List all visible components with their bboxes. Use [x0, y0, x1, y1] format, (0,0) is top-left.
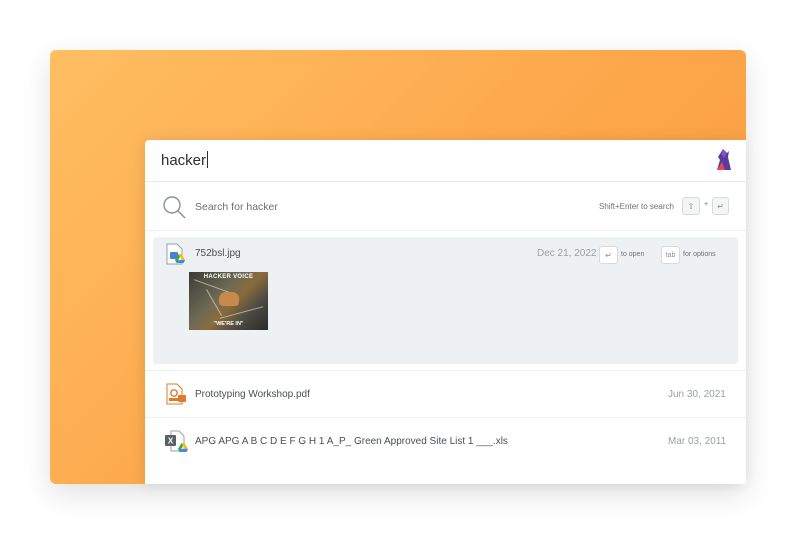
search-icon	[163, 196, 186, 219]
google-drive-icon	[178, 443, 188, 452]
options-hint: for options	[683, 251, 716, 258]
app-logo-icon[interactable]	[713, 148, 733, 172]
result-file-date: Dec 21, 2022	[537, 248, 597, 259]
result-file-name[interactable]: Prototyping Workshop.pdf	[195, 389, 310, 400]
svg-text:X: X	[168, 437, 174, 446]
result-file-name[interactable]: 752bsl.jpg	[195, 248, 241, 259]
search-panel: hacker Search for hacker Shift+Enter to …	[145, 140, 746, 484]
result-file-date: Jun 30, 2021	[668, 389, 726, 400]
google-drive-icon	[175, 254, 185, 263]
shift-key-icon: ⇧	[682, 197, 700, 215]
thumbnail-top-text: HACKER VOICE	[203, 274, 254, 280]
text-caret	[207, 151, 209, 168]
query-bar[interactable]: hacker	[145, 140, 746, 182]
image-thumbnail[interactable]: HACKER VOICE "WE'RE IN"	[189, 272, 268, 330]
tab-key: tab	[661, 246, 680, 264]
search-action-row[interactable]: Search for hacker Shift+Enter to search …	[145, 182, 746, 231]
plus-separator: +	[704, 201, 709, 208]
result-row[interactable]: Prototyping Workshop.pdf Jun 30, 2021	[145, 371, 746, 417]
result-file-name[interactable]: APG APG A B C D E F G H 1 A_P_ Green App…	[195, 436, 508, 447]
search-for-label: Search for hacker	[195, 201, 278, 213]
shift-enter-hint: Shift+Enter to search	[599, 202, 674, 211]
result-row-selected[interactable]: 752bsl.jpg Dec 21, 2022 ↵ to open tab fo…	[153, 237, 738, 364]
open-hint: to open	[621, 251, 645, 258]
query-input[interactable]: hacker	[161, 151, 209, 169]
result-file-date: Mar 03, 2011	[668, 436, 727, 447]
enter-key-icon: ↵	[712, 197, 729, 215]
thumbnail-cat	[219, 292, 239, 306]
figma-icon	[178, 395, 186, 402]
query-text: hacker	[161, 152, 207, 169]
enter-key-icon: ↵	[599, 246, 618, 264]
thumbnail-bottom-text: "WE'RE IN"	[213, 321, 244, 327]
result-row[interactable]: X APG APG A B C D E F G H 1 A_P_ Green A…	[145, 418, 746, 464]
